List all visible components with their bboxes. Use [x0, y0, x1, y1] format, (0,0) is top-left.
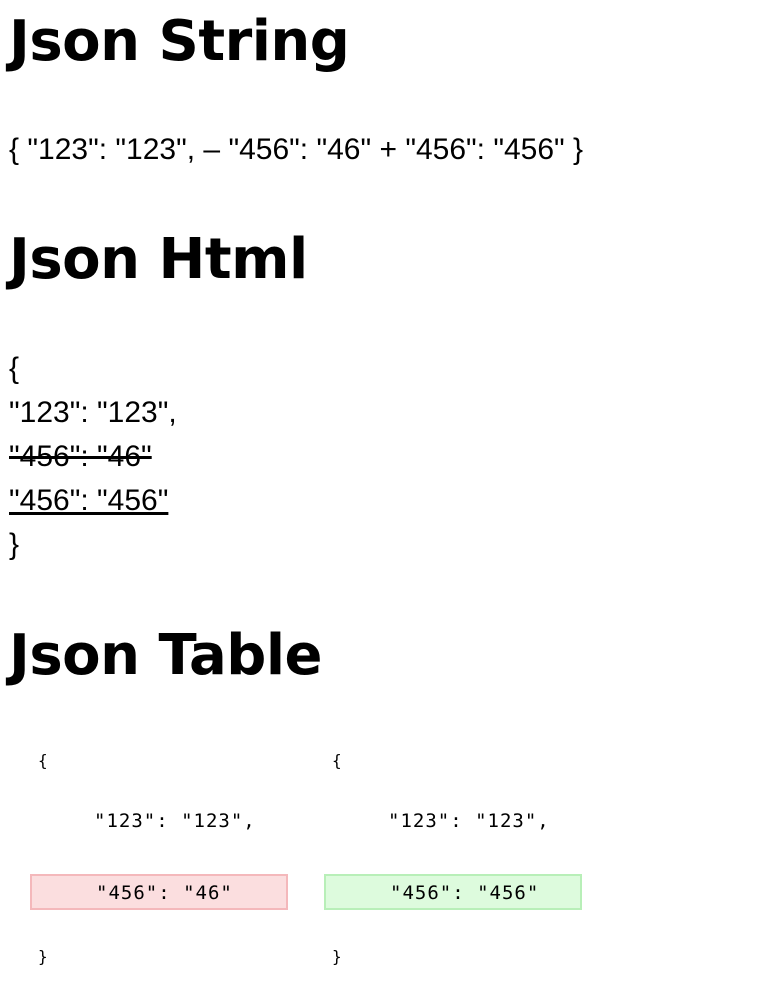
json-table-left-open: { — [38, 751, 49, 770]
json-string-line: { "123": "123", – "456": "46" + "456": "… — [9, 132, 583, 168]
json-table-left-close: } — [38, 947, 49, 966]
json-table-right-open: { — [332, 751, 343, 770]
json-string-open: { — [9, 133, 28, 166]
json-html-close: } — [9, 528, 20, 561]
json-string-close: } — [573, 133, 584, 166]
json-html-removed: "456": "46" — [9, 440, 152, 473]
json-string-added: "456": "456" — [405, 133, 574, 166]
json-html-block: { "123": "123", "456": "46" "456": "456"… — [9, 350, 177, 570]
json-html-title: Json Html — [9, 227, 308, 292]
json-table-title: Json Table — [9, 623, 323, 688]
json-string-added-marker: + — [379, 133, 406, 166]
json-table-left-removed: "456": "46" — [30, 874, 288, 910]
json-string-removed-marker: – — [203, 133, 229, 166]
json-string-removed: "456": "46" — [228, 133, 380, 166]
json-table-right-added: "456": "456" — [324, 874, 582, 910]
json-table-right-close: } — [332, 947, 343, 966]
json-html-unchanged: "123": "123", — [9, 396, 177, 429]
json-string-unchanged: "123": "123", — [27, 133, 204, 166]
json-table-left-unchanged: "123": "123", — [94, 810, 256, 832]
json-string-title: Json String — [9, 9, 350, 74]
json-table-right-unchanged: "123": "123", — [388, 810, 550, 832]
json-html-open: { — [9, 352, 20, 385]
json-html-added: "456": "456" — [9, 484, 169, 517]
